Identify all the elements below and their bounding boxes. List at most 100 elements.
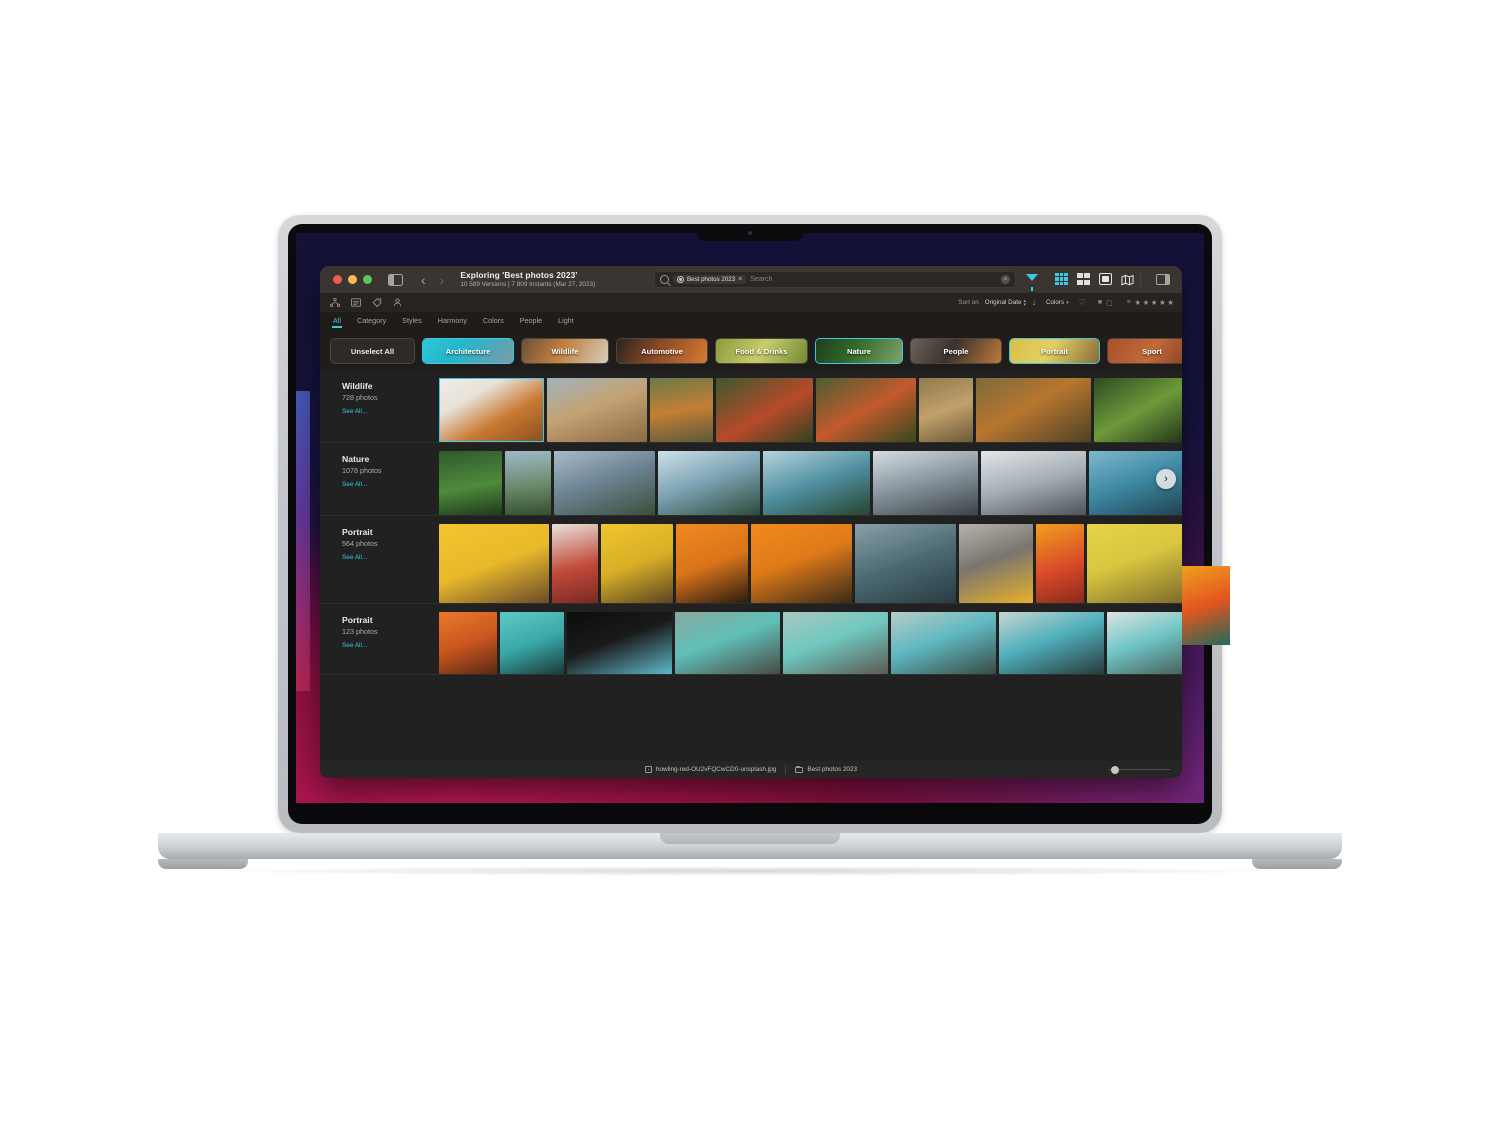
close-window-button[interactable] [333, 275, 342, 284]
slider-handle[interactable] [1111, 765, 1119, 774]
section-count: 1078 photos [342, 466, 382, 475]
photo-thumbnail[interactable] [554, 451, 655, 515]
star-icon[interactable]: ★ [1167, 298, 1174, 307]
category-chip-wildlife[interactable]: Wildlife [521, 338, 609, 364]
photo-thumbnail[interactable] [919, 378, 973, 442]
category-chip-architecture[interactable]: Architecture [422, 338, 514, 364]
see-all-link[interactable]: See All... [342, 481, 439, 488]
tab-light[interactable]: Light [558, 316, 574, 328]
filter-icon[interactable] [1026, 274, 1038, 291]
photo-thumbnail[interactable] [439, 378, 544, 442]
star-icon[interactable]: ★ [1151, 298, 1158, 307]
category-chip-food-drinks[interactable]: Food & Drinks [715, 338, 808, 364]
person-icon[interactable] [393, 298, 402, 307]
photo-thumbnail[interactable] [763, 451, 870, 515]
section-count: 564 photos [342, 539, 378, 548]
category-chip-unselect-all[interactable]: Unselect All [330, 338, 415, 364]
remove-token-icon[interactable]: × [738, 276, 742, 283]
colors-filter-select[interactable]: Colors ▾ [1046, 299, 1069, 306]
reject-flag-icon[interactable]: ▢ [1106, 299, 1113, 307]
thumbnail-strip[interactable] [439, 516, 1182, 603]
sort-direction-icon[interactable]: ↓ [1032, 298, 1036, 307]
category-chip-nature[interactable]: Nature [815, 338, 903, 364]
photo-thumbnail[interactable] [1036, 524, 1084, 603]
photo-thumbnail[interactable] [716, 378, 813, 442]
thumbnail-strip[interactable]: › [439, 443, 1182, 515]
category-chip-automotive[interactable]: Automotive [616, 338, 708, 364]
list-icon[interactable] [351, 298, 361, 307]
content-area[interactable]: Wildlife 728 photos See All... Nature 1078 p… [320, 370, 1182, 761]
thumbnail-size-slider[interactable] [1108, 765, 1170, 774]
window-title-block: Exploring 'Best photos 2023' 10 589 Vers… [460, 270, 595, 289]
forward-button[interactable]: › [440, 273, 445, 287]
star-rating-filter[interactable]: ≡ ★ ★ ★ ★ ★ [1127, 298, 1174, 307]
photo-thumbnail[interactable] [439, 451, 502, 515]
photo-thumbnail[interactable] [1094, 378, 1182, 442]
favorite-filter-icon[interactable]: ♡ [1079, 298, 1086, 307]
photo-thumbnail[interactable] [1182, 566, 1230, 645]
search-token[interactable]: Best photos 2023 × [673, 275, 747, 284]
star-icon[interactable]: ★ [1143, 298, 1150, 307]
hierarchy-icon[interactable] [330, 298, 340, 307]
see-all-link[interactable]: See All... [342, 408, 439, 415]
scroll-next-button[interactable]: › [1156, 469, 1176, 489]
photo-thumbnail[interactable] [676, 524, 748, 603]
photo-thumbnail[interactable] [439, 524, 549, 603]
see-all-link[interactable]: See All... [342, 642, 439, 649]
photo-thumbnail[interactable] [675, 612, 780, 674]
photo-thumbnail[interactable] [601, 524, 673, 603]
map-view-icon[interactable] [1121, 273, 1134, 286]
clear-search-icon[interactable]: × [1001, 275, 1010, 284]
star-icon[interactable]: ★ [1159, 298, 1166, 307]
laptop-base-notch [660, 833, 840, 844]
tab-harmony[interactable]: Harmony [438, 316, 467, 328]
tab-colors[interactable]: Colors [483, 316, 504, 328]
category-chip-people[interactable]: People [910, 338, 1002, 364]
tab-styles[interactable]: Styles [402, 316, 422, 328]
photo-thumbnail[interactable] [1107, 612, 1182, 674]
status-filename-label: howling-red-OU2vFQCwCD0-unsplash.jpg [655, 766, 777, 773]
photo-thumbnail[interactable] [552, 524, 598, 603]
photo-thumbnail[interactable] [650, 378, 713, 442]
photo-thumbnail[interactable] [873, 451, 978, 515]
flag-icon[interactable]: ■ [1098, 299, 1102, 307]
tab-category[interactable]: Category [357, 316, 386, 328]
quad-view-icon[interactable] [1077, 273, 1090, 285]
photo-thumbnail[interactable] [658, 451, 760, 515]
thumbnail-strip[interactable] [439, 370, 1182, 442]
photo-thumbnail[interactable] [816, 378, 916, 442]
grid-view-icon[interactable] [1055, 273, 1068, 285]
zoom-window-button[interactable] [363, 275, 372, 284]
photo-thumbnail[interactable] [783, 612, 888, 674]
photo-thumbnail[interactable] [751, 524, 852, 603]
photo-thumbnail[interactable] [439, 612, 497, 674]
photo-thumbnail[interactable] [505, 451, 551, 515]
photo-thumbnail[interactable] [1087, 524, 1182, 603]
photo-thumbnail[interactable] [976, 378, 1091, 442]
photo-thumbnail[interactable] [981, 451, 1086, 515]
tag-icon[interactable] [372, 298, 382, 307]
see-all-link[interactable]: See All... [342, 554, 439, 561]
photo-thumbnail[interactable] [959, 524, 1033, 603]
back-button[interactable]: ‹ [421, 273, 426, 287]
photo-thumbnail[interactable] [567, 612, 672, 674]
photo-thumbnail[interactable] [547, 378, 647, 442]
photo-thumbnail[interactable] [500, 612, 564, 674]
minimize-window-button[interactable] [348, 275, 357, 284]
thumbnail-strip[interactable] [439, 604, 1182, 674]
search-input[interactable]: Best photos 2023 × Search × [654, 271, 1016, 288]
photo-thumbnail[interactable] [855, 524, 956, 603]
sort-field-select[interactable]: Original Date ▴ ▾ [985, 298, 1026, 307]
tab-all[interactable]: All [332, 316, 342, 328]
photo-thumbnail[interactable] [999, 612, 1104, 674]
star-icon[interactable]: ★ [1134, 298, 1141, 307]
status-album: Best photos 2023 [795, 765, 857, 773]
sidebar-toggle-icon[interactable] [388, 273, 403, 286]
single-view-icon[interactable] [1099, 273, 1112, 285]
category-chip-sport[interactable]: Sport [1107, 338, 1182, 364]
right-panel-toggle-icon[interactable] [1156, 274, 1170, 285]
category-chip-portrait[interactable]: Portrait [1009, 338, 1100, 364]
photo-thumbnail[interactable] [891, 612, 996, 674]
section-divider [320, 674, 1182, 675]
tab-people[interactable]: People [520, 316, 542, 328]
